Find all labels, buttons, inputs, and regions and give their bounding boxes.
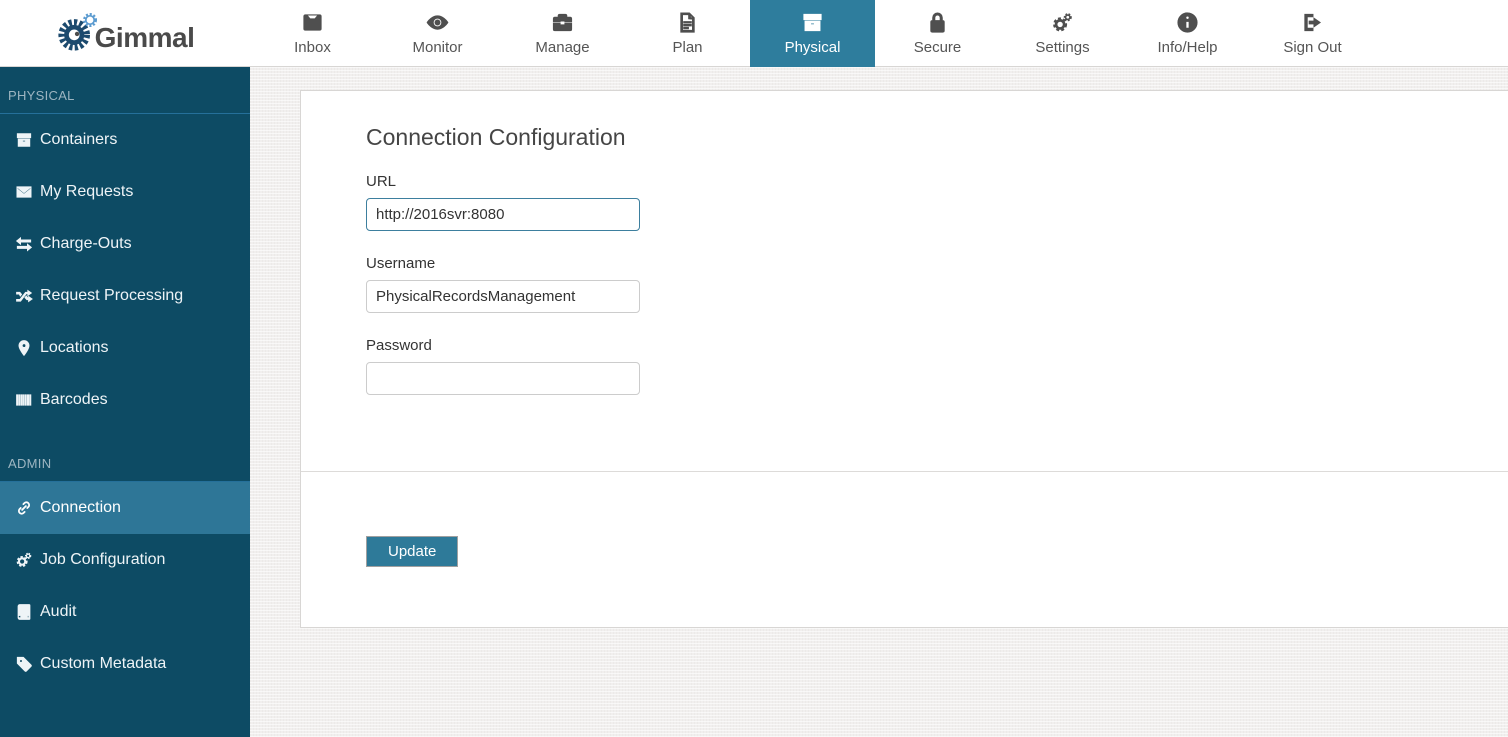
username-label: Username (366, 255, 1508, 272)
sidebar-item-audit[interactable]: Audit (0, 586, 250, 638)
archive-box-icon (15, 131, 33, 149)
eye-icon (426, 11, 449, 34)
sidebar-item-label: Containers (40, 131, 117, 149)
sidebar-item-containers[interactable]: Containers (0, 114, 250, 166)
nav-item-info-help[interactable]: Info/Help (1125, 0, 1250, 67)
url-input[interactable] (366, 198, 640, 231)
envelope-icon (15, 183, 33, 201)
sidebar-section-header-physical: PHYSICAL (0, 67, 250, 114)
sidebar-item-label: Job Configuration (40, 551, 165, 569)
nav-item-plan[interactable]: Plan (625, 0, 750, 67)
password-field-group: Password (366, 337, 1508, 395)
password-label: Password (366, 337, 1508, 354)
sign-out-icon (1301, 11, 1324, 34)
nav-item-secure[interactable]: Secure (875, 0, 1000, 67)
sidebar-item-request-processing[interactable]: Request Processing (0, 270, 250, 322)
nav-item-inbox[interactable]: Inbox (250, 0, 375, 67)
username-input[interactable] (366, 280, 640, 313)
lock-icon (926, 11, 949, 34)
sidebar-item-custom-metadata[interactable]: Custom Metadata (0, 638, 250, 690)
inbox-icon (301, 11, 324, 34)
nav-item-label: Monitor (412, 39, 462, 56)
nav-item-physical[interactable]: Physical (750, 0, 875, 67)
nav-item-monitor[interactable]: Monitor (375, 0, 500, 67)
content-area: Connection Configuration URL Username Pass… (250, 67, 1508, 737)
username-field-group: Username (366, 255, 1508, 313)
connection-config-card: Connection Configuration URL Username Pass… (300, 90, 1508, 628)
nav-item-sign-out[interactable]: Sign Out (1250, 0, 1375, 67)
archive-box-icon (801, 11, 824, 34)
nav-item-label: Sign Out (1283, 39, 1341, 56)
sidebar-section-physical: PHYSICAL Containers My Requests Charge-Outs… (0, 67, 250, 426)
sidebar-item-label: My Requests (40, 183, 133, 201)
sidebar-item-connection[interactable]: Connection (0, 482, 250, 534)
connection-form: URL Username Password (366, 173, 1508, 395)
url-field-group: URL (366, 173, 1508, 231)
sidebar-item-job-configuration[interactable]: Job Configuration (0, 534, 250, 586)
sidebar-item-label: Connection (40, 499, 121, 517)
briefcase-icon (551, 11, 574, 34)
password-input[interactable] (366, 362, 640, 395)
nav-item-label: Inbox (294, 39, 331, 56)
sidebar-item-charge-outs[interactable]: Charge-Outs (0, 218, 250, 270)
sidebar-section-header-admin: ADMIN (0, 426, 250, 482)
nav-item-label: Manage (535, 39, 589, 56)
navbar-items: Inbox Monitor Manage Plan Physical Secure Sett… (250, 0, 1375, 67)
nav-item-label: Physical (785, 39, 841, 56)
sidebar-item-label: Custom Metadata (40, 655, 166, 673)
sidebar-section-admin: ADMIN Connection Job Configuration Audit Cus… (0, 426, 250, 690)
nav-item-label: Settings (1035, 39, 1089, 56)
sidebar-sections: PHYSICAL Containers My Requests Charge-Outs… (0, 67, 250, 690)
page-title: Connection Configuration (366, 124, 1508, 151)
sidebar-item-label: Audit (40, 603, 76, 621)
sidebar-item-locations[interactable]: Locations (0, 322, 250, 374)
tag-icon (15, 655, 33, 673)
map-marker-icon (15, 339, 33, 357)
url-label: URL (366, 173, 1508, 190)
nav-item-label: Info/Help (1157, 39, 1217, 56)
info-icon (1176, 11, 1199, 34)
sidebar-item-label: Request Processing (40, 287, 183, 305)
card-divider (301, 471, 1508, 472)
sidebar-item-my-requests[interactable]: My Requests (0, 166, 250, 218)
logo-text: Gimmal (95, 22, 195, 54)
nav-item-settings[interactable]: Settings (1000, 0, 1125, 67)
link-icon (15, 499, 33, 517)
sidebar-item-barcodes[interactable]: Barcodes (0, 374, 250, 426)
app-logo: Gimmal (0, 0, 250, 67)
top-navbar: Gimmal Inbox Monitor Manage Plan Physical Sec… (0, 0, 1508, 67)
barcode-icon (15, 391, 33, 409)
gears-icon (1051, 11, 1074, 34)
nav-item-manage[interactable]: Manage (500, 0, 625, 67)
update-button[interactable]: Update (366, 536, 458, 567)
file-text-icon (676, 11, 699, 34)
exchange-icon (15, 235, 33, 253)
nav-item-label: Plan (672, 39, 702, 56)
sidebar: PHYSICAL Containers My Requests Charge-Outs… (0, 67, 250, 737)
sidebar-item-label: Barcodes (40, 391, 108, 409)
sidebar-item-label: Locations (40, 339, 109, 357)
book-icon (15, 603, 33, 621)
gears-icon (15, 551, 33, 569)
shuffle-icon (15, 287, 33, 305)
sidebar-item-label: Charge-Outs (40, 235, 132, 253)
nav-item-label: Secure (914, 39, 962, 56)
